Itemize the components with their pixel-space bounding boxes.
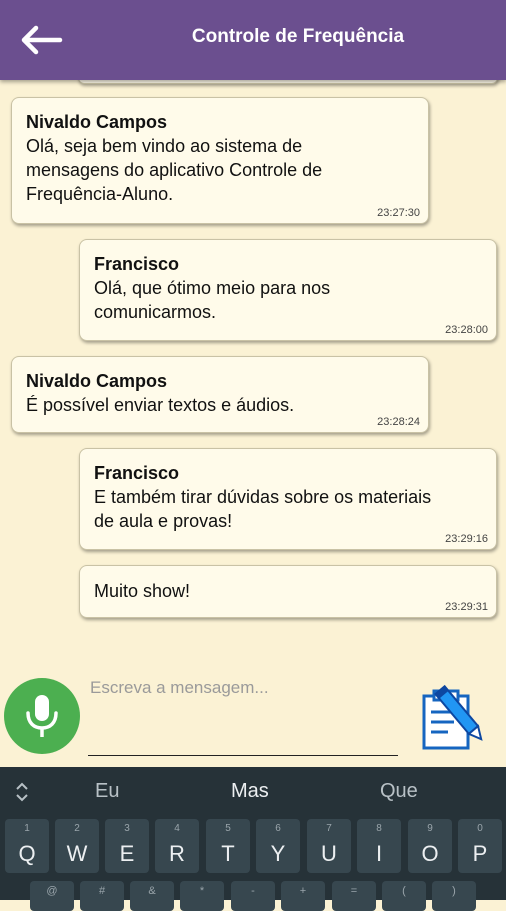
key-hash[interactable]: # xyxy=(80,881,124,911)
microphone-icon xyxy=(26,695,58,737)
message-text: Olá, seja bem vindo ao sistema de mensag… xyxy=(26,136,323,204)
message-sender: Nivaldo Campos xyxy=(26,112,168,132)
key-i[interactable]: 8I xyxy=(357,819,401,873)
key-e[interactable]: 3E xyxy=(105,819,149,873)
key-y[interactable]: 6Y xyxy=(256,819,300,873)
previous-message-bubble xyxy=(78,80,498,84)
notepad-pencil-icon xyxy=(422,684,483,750)
key-at[interactable]: @ xyxy=(30,881,74,911)
suggestion-bar: Eu Mas Que xyxy=(0,767,506,817)
key-asterisk[interactable]: * xyxy=(180,881,224,911)
suggestion-1[interactable]: Eu xyxy=(95,780,119,803)
message-time: 23:29:31 xyxy=(445,601,488,613)
record-audio-button[interactable] xyxy=(4,678,80,754)
key-paren-open[interactable]: ( xyxy=(382,881,426,911)
message-bubble[interactable]: Muito show! 23:29:31 xyxy=(79,565,497,618)
key-t[interactable]: 5T xyxy=(206,819,250,873)
message-text: Muito show! xyxy=(94,581,191,601)
back-button[interactable] xyxy=(18,22,66,58)
key-q[interactable]: 1Q xyxy=(5,819,49,873)
message-text: E também tirar dúvidas sobre os materiai… xyxy=(94,487,432,531)
key-p[interactable]: 0P xyxy=(458,819,502,873)
key-row-letters: 1Q 2W 3E 4R 5T 6Y 7U 8I 9O 0P xyxy=(0,819,506,875)
message-time: 23:29:16 xyxy=(445,533,488,545)
message-sender: Francisco xyxy=(94,463,180,483)
app-header: Controle de Frequência xyxy=(0,0,506,80)
key-minus[interactable]: - xyxy=(231,881,275,911)
arrow-left-icon xyxy=(21,25,63,55)
page-title: Controle de Frequência xyxy=(191,26,405,47)
expand-collapse-icon[interactable] xyxy=(14,782,30,802)
key-equals[interactable]: = xyxy=(332,881,376,911)
key-row-symbols: @ # & * - + = ( ) xyxy=(0,881,506,911)
key-paren-close[interactable]: ) xyxy=(432,881,476,911)
message-sender: Francisco xyxy=(94,254,180,274)
message-bubble[interactable]: Francisco E também tirar dúvidas sobre o… xyxy=(79,448,497,550)
on-screen-keyboard: Eu Mas Que 1Q 2W 3E 4R 5T 6Y 7U 8I 9O 0P… xyxy=(0,767,506,911)
message-bubble[interactable]: Nivaldo Campos Olá, seja bem vindo ao si… xyxy=(11,97,429,224)
key-o[interactable]: 9O xyxy=(408,819,452,873)
key-w[interactable]: 2W xyxy=(55,819,99,873)
chat-messages[interactable]: Nivaldo Campos Olá, seja bem vindo ao si… xyxy=(0,80,506,670)
message-bubble[interactable]: Francisco Olá, que ótimo meio para nos c… xyxy=(79,239,497,341)
message-bubble[interactable]: Nivaldo Campos É possível enviar textos … xyxy=(11,356,429,433)
message-time: 23:27:30 xyxy=(377,207,420,219)
send-button[interactable] xyxy=(418,680,494,752)
message-time: 23:28:24 xyxy=(377,416,420,428)
message-sender: Nivaldo Campos xyxy=(26,371,168,391)
suggestion-2[interactable]: Mas xyxy=(231,780,269,803)
message-text: Olá, que ótimo meio para nos comunicarmo… xyxy=(94,278,331,322)
key-r[interactable]: 4R xyxy=(155,819,199,873)
message-composer xyxy=(0,670,506,767)
message-time: 23:28:00 xyxy=(445,324,488,336)
message-text: É possível enviar textos e áudios. xyxy=(26,395,295,415)
key-ampersand[interactable]: & xyxy=(130,881,174,911)
key-u[interactable]: 7U xyxy=(307,819,351,873)
message-input[interactable] xyxy=(88,678,398,756)
suggestion-3[interactable]: Que xyxy=(380,780,418,803)
key-plus[interactable]: + xyxy=(281,881,325,911)
